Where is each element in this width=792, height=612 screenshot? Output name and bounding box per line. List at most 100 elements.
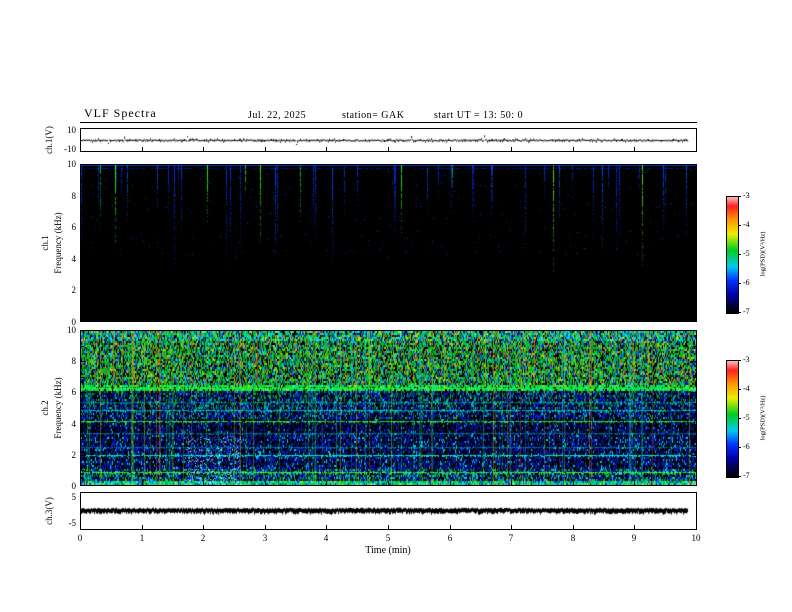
tick-label: 10 <box>691 533 701 543</box>
tick-label: 8 <box>71 190 77 201</box>
tick-mark <box>81 361 86 362</box>
tick-mark <box>511 481 512 485</box>
tick-label: 0 <box>71 481 77 491</box>
tick-label: 2 <box>200 533 206 543</box>
tick-mark <box>693 377 696 378</box>
tick-mark <box>81 424 86 425</box>
tick-label: -6 <box>743 278 750 287</box>
tick-mark <box>634 525 635 529</box>
tick-label: -5 <box>743 249 750 258</box>
tick-mark <box>738 254 741 255</box>
tick-mark <box>265 147 266 151</box>
tick-mark <box>81 243 84 244</box>
tick-mark <box>693 346 696 347</box>
tick-label: -3 <box>743 355 750 364</box>
tick-mark <box>693 306 696 307</box>
tick-mark <box>81 439 84 440</box>
tick-mark <box>326 481 327 485</box>
panel-ch1-spectrogram <box>80 164 697 322</box>
tick-label: -4 <box>743 384 750 393</box>
tick-mark <box>634 317 635 321</box>
tick-mark <box>693 180 696 181</box>
tick-mark <box>81 211 84 212</box>
tick-mark <box>691 424 696 425</box>
tick-mark <box>693 408 696 409</box>
tick-label: 4 <box>71 418 77 429</box>
tick-label: -6 <box>743 442 750 451</box>
tick-label: 2 <box>71 449 77 460</box>
tick-mark <box>511 317 512 321</box>
tick-mark <box>450 317 451 321</box>
tick-label: 1 <box>139 533 145 543</box>
tick-mark <box>326 525 327 529</box>
tick-mark <box>81 227 86 228</box>
tick-mark <box>634 481 635 485</box>
tick-mark <box>573 481 574 485</box>
tick-mark <box>738 389 741 390</box>
ylabel-spec1-channel: ch.1 <box>40 235 50 251</box>
tick-mark <box>738 312 741 313</box>
tick-label: -10 <box>64 144 76 154</box>
tick-label: 6 <box>447 533 453 543</box>
tick-mark <box>691 227 696 228</box>
tick-mark <box>388 525 389 529</box>
tick-mark <box>142 317 143 321</box>
tick-label: 5 <box>71 492 77 502</box>
tick-mark <box>511 525 512 529</box>
tick-mark <box>326 147 327 151</box>
tick-mark <box>693 275 696 276</box>
tick-label: 6 <box>71 387 77 398</box>
tick-label: -5 <box>743 413 750 422</box>
tick-mark <box>691 455 696 456</box>
tick-mark <box>388 317 389 321</box>
tick-mark <box>693 243 696 244</box>
tick-label: 10 <box>67 159 76 169</box>
tick-mark <box>573 147 574 151</box>
header-rule <box>80 122 697 123</box>
tick-label: 10 <box>67 325 76 335</box>
tick-mark <box>738 196 741 197</box>
tick-label: 0 <box>77 533 83 543</box>
tick-mark <box>81 455 86 456</box>
tick-mark <box>738 447 741 448</box>
panel-ch2-spectrogram <box>80 330 697 486</box>
tick-mark <box>81 470 84 471</box>
tick-mark <box>450 147 451 151</box>
tick-label: 4 <box>323 533 329 543</box>
tick-mark <box>142 147 143 151</box>
tick-mark <box>738 360 741 361</box>
tick-label: 3 <box>262 533 268 543</box>
tick-label: -3 <box>743 191 750 200</box>
tick-mark <box>81 408 84 409</box>
tick-mark <box>203 525 204 529</box>
tick-mark <box>693 439 696 440</box>
tick-mark <box>691 290 696 291</box>
colorbar-spec2 <box>726 360 739 478</box>
tick-label: 8 <box>570 533 576 543</box>
tick-label: 7 <box>508 533 514 543</box>
tick-mark <box>691 196 696 197</box>
colorbar2-label: log(PSD)(V²/Hz) <box>759 395 767 441</box>
vlf-spectra-figure: VLF Spectra Jul. 22, 2025 station= GAK s… <box>0 0 792 612</box>
xaxis-label: Time (min) <box>365 545 411 556</box>
tick-mark <box>81 346 84 347</box>
tick-mark <box>81 392 86 393</box>
tick-mark <box>203 147 204 151</box>
tick-label: 8 <box>71 356 77 367</box>
tick-label: 4 <box>71 253 77 264</box>
tick-mark <box>388 481 389 485</box>
tick-mark <box>81 180 84 181</box>
tick-label: -7 <box>743 307 750 316</box>
header-station: station= GAK <box>342 110 405 121</box>
tick-mark <box>738 283 741 284</box>
colorbar1-label: log(PSD)(V²/Hz) <box>759 231 767 277</box>
tick-mark <box>81 377 84 378</box>
tick-mark <box>693 211 696 212</box>
tick-mark <box>81 290 86 291</box>
tick-mark <box>388 147 389 151</box>
ch1-spectrogram-canvas <box>81 165 696 321</box>
tick-label: 6 <box>71 222 77 233</box>
tick-mark <box>265 525 266 529</box>
tick-mark <box>738 476 741 477</box>
header-date: Jul. 22, 2025 <box>248 110 307 121</box>
